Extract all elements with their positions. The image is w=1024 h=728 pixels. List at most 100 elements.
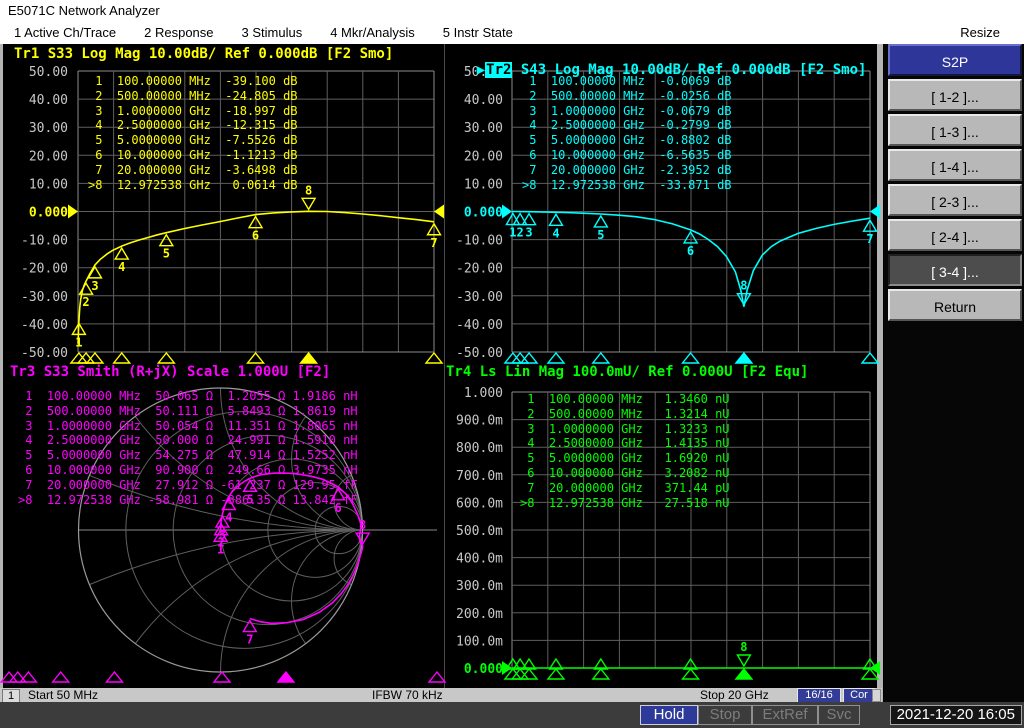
marker-stimulus-indicator — [158, 353, 174, 363]
marker-number: 8 — [740, 640, 747, 654]
tr1-marker-6 — [249, 217, 262, 228]
marker-row-5: 5 5.0000000 GHz -7.5526 dB — [88, 133, 298, 148]
ref-level-arrow-left — [68, 205, 78, 219]
axis-tick-label: -40.00 — [456, 318, 503, 333]
marker-stimulus-indicator — [1, 672, 17, 682]
tr3-marker-2 — [215, 524, 228, 535]
marker-row-2: 2 500.00000 MHz -24.805 dB — [88, 89, 298, 104]
marker-stimulus-indicator — [71, 353, 87, 363]
softkey-sidebar: S2P [ 1-2 ]...[ 1-3 ]...[ 1-4 ]...[ 2-3 … — [884, 44, 1024, 702]
marker-stimulus-indicator — [512, 669, 528, 679]
window-title: E5071C Network Analyzer — [0, 0, 1024, 22]
resize-button[interactable]: Resize — [946, 22, 1014, 44]
axis-tick-label: 0.000 — [29, 206, 68, 221]
softkey-s2p[interactable]: S2P — [888, 44, 1022, 76]
tr4-marker-8 — [737, 655, 750, 666]
marker-number: 5 — [597, 228, 604, 242]
softkey-1-4[interactable]: [ 1-4 ]... — [888, 149, 1022, 181]
marker-stimulus-indicator — [278, 672, 294, 682]
axis-tick-label: 20.00 — [464, 149, 503, 164]
marker-stimulus-indicator — [248, 353, 264, 363]
left-frame-strip — [0, 44, 3, 702]
tr4-marker-table: 1 100.00000 MHz 1.3460 nU 2 500.00000 MH… — [520, 392, 730, 510]
marker-stimulus-indicator — [521, 353, 537, 363]
instrument-screen: E5071C Network Analyzer 1 Active Ch/Trac… — [0, 0, 1024, 728]
marker-row-6: 6 10.000000 GHz 90.900 Ω 249.66 Ω 3.9735… — [18, 463, 358, 478]
datetime-display: 2021-12-20 16:05 — [890, 705, 1022, 725]
menu-item-3[interactable]: 3 Stimulus — [228, 22, 317, 44]
marker-row-8: >8 12.972538 GHz -33.871 dB — [522, 178, 732, 193]
axis-tick-label: 0.000 — [464, 206, 503, 221]
marker-number: 2 — [218, 536, 225, 550]
ref-level-arrow-right — [434, 205, 444, 219]
marker-stimulus-indicator — [548, 669, 564, 679]
tr2-marker-4 — [549, 214, 562, 225]
tr3-marker-table: 1 100.00000 MHz 50.065 Ω 1.2055 Ω 1.9186… — [18, 389, 358, 507]
softkey-1-3[interactable]: [ 1-3 ]... — [888, 114, 1022, 146]
marker-stimulus-indicator — [521, 669, 537, 679]
smith-r-circle — [315, 506, 362, 553]
softkey-2-3[interactable]: [ 2-3 ]... — [888, 184, 1022, 216]
marker-row-3: 3 1.0000000 GHz -18.997 dB — [88, 104, 298, 119]
menu-item-5[interactable]: 5 Instr State — [429, 22, 527, 44]
tr4-marker-5 — [594, 659, 607, 669]
axis-tick-label: 100.0m — [456, 634, 503, 649]
marker-row-7: 7 20.000000 GHz 27.912 Ω -61.237 Ω 129.9… — [18, 478, 358, 493]
tr2-marker-5 — [594, 216, 607, 227]
marker-number: 3 — [91, 279, 98, 293]
marker-row-6: 6 10.000000 GHz -6.5635 dB — [522, 148, 732, 163]
axis-tick-label: -20.00 — [456, 262, 503, 277]
axis-tick-label: -10.00 — [21, 234, 68, 249]
stop-indicator: Stop — [698, 705, 752, 725]
tr3-marker-8 — [356, 533, 369, 544]
marker-number: 2 — [82, 295, 89, 309]
marker-number: 1 — [509, 226, 516, 240]
softkey-3-4[interactable]: [ 3-4 ]... — [888, 254, 1022, 286]
axis-tick-label: 500.0m — [456, 524, 503, 539]
axis-tick-label: 50.00 — [29, 65, 68, 80]
softkey-1-2[interactable]: [ 1-2 ]... — [888, 79, 1022, 111]
menu-item-1[interactable]: 1 Active Ch/Trace — [0, 22, 130, 44]
ref-level-arrow-left — [502, 205, 512, 219]
axis-tick-label: 900.0m — [456, 414, 503, 429]
tr1-marker-4 — [115, 248, 128, 259]
menu-item-2[interactable]: 2 Response — [130, 22, 227, 44]
marker-number: 3 — [219, 528, 226, 542]
marker-row-6: 6 10.000000 GHz -1.1213 dB — [88, 148, 298, 163]
marker-stimulus-indicator — [20, 672, 36, 682]
marker-row-8: >8 12.972538 GHz 27.518 nU — [520, 496, 730, 511]
tr3-marker-1 — [214, 530, 227, 541]
active-trace-arrow-icon: ▶ — [477, 62, 485, 78]
marker-stimulus-indicator — [429, 672, 445, 682]
axis-tick-label: 40.00 — [464, 93, 503, 108]
softkey-2-4[interactable]: [ 2-4 ]... — [888, 219, 1022, 251]
marker-stimulus-indicator — [10, 672, 26, 682]
axis-tick-label: 0.000 — [464, 662, 503, 677]
marker-stimulus-indicator — [505, 353, 521, 363]
menu-bar: 1 Active Ch/Trace2 Response3 Stimulus4 M… — [0, 22, 1024, 44]
tr3-title: Tr3 S33 Smith (R+jX) Scale 1.000U [F2] — [10, 364, 330, 380]
marker-stimulus-indicator — [736, 353, 752, 363]
tr4-marker-2 — [514, 659, 527, 669]
tr4-marker-1 — [506, 659, 519, 669]
marker-number: 4 — [118, 260, 125, 274]
softkey-return[interactable]: Return — [888, 289, 1022, 321]
tr1-marker-2 — [80, 283, 93, 294]
marker-row-7: 7 20.000000 GHz -3.6498 dB — [88, 163, 298, 178]
marker-row-7: 7 20.000000 GHz 371.44 pU — [520, 481, 730, 496]
marker-stimulus-indicator — [683, 669, 699, 679]
menu-items: 1 Active Ch/Trace2 Response3 Stimulus4 M… — [0, 22, 527, 44]
tr4-marker-7 — [864, 659, 877, 669]
marker-stimulus-indicator — [548, 353, 564, 363]
tr1-marker-8 — [302, 198, 315, 209]
marker-row-4: 4 2.5000000 GHz -0.2799 dB — [522, 118, 732, 133]
marker-stimulus-indicator — [862, 353, 878, 363]
axis-tick-label: 400.0m — [456, 552, 503, 567]
marker-row-3: 3 1.0000000 GHz 50.054 Ω 11.351 Ω 1.8065… — [18, 419, 358, 434]
marker-stimulus-indicator — [512, 353, 528, 363]
marker-stimulus-indicator — [593, 353, 609, 363]
marker-stimulus-indicator — [114, 353, 130, 363]
axis-tick-label: -50.00 — [21, 346, 68, 361]
marker-row-1: 1 100.00000 MHz 1.3460 nU — [520, 392, 730, 407]
menu-item-4[interactable]: 4 Mkr/Analysis — [316, 22, 429, 44]
